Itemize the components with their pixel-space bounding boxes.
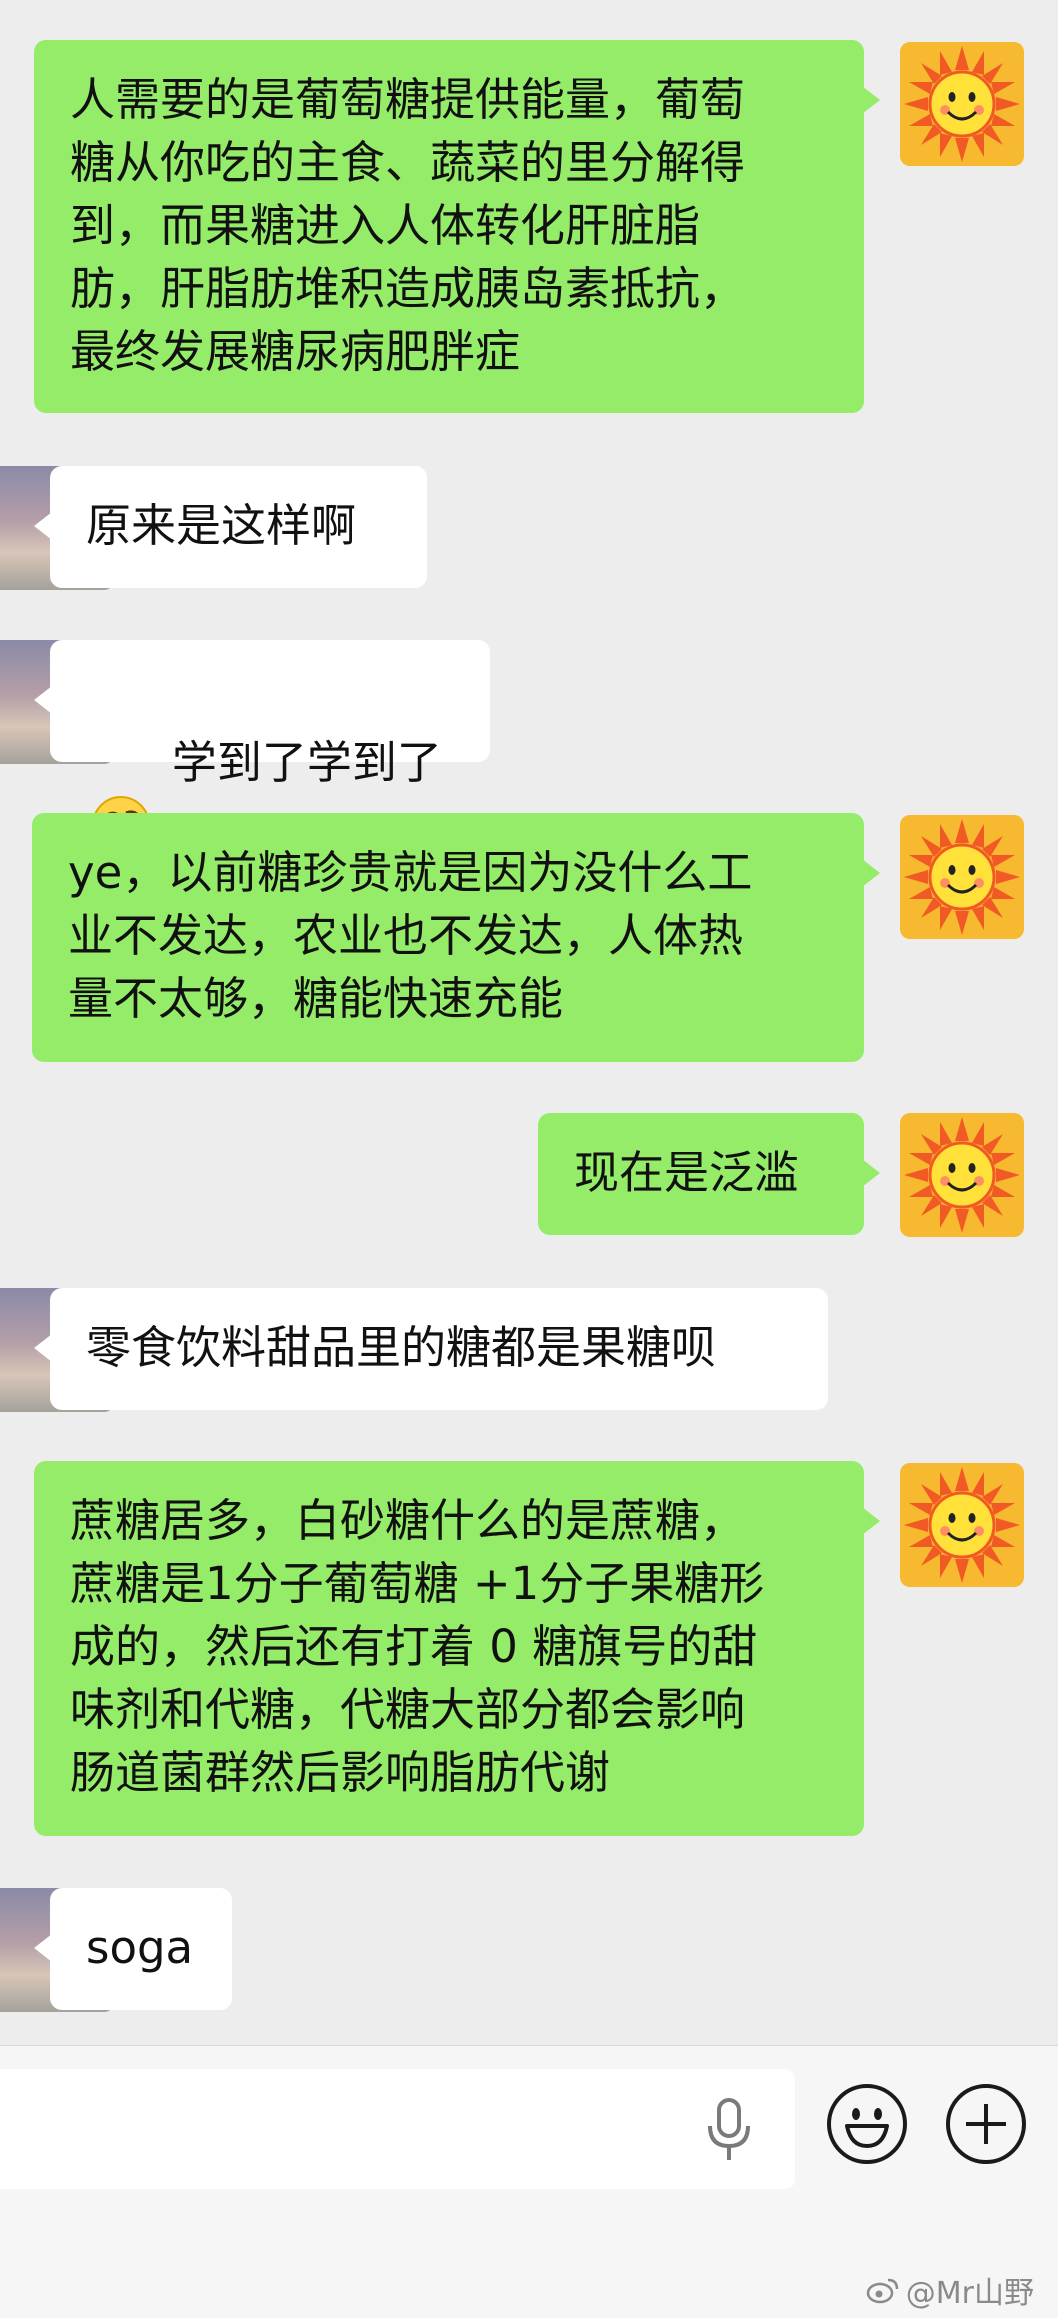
message-bubble-other[interactable]: soga	[34, 1888, 232, 2010]
chat-message-list[interactable]: 人需要的是葡萄糖提供能量，葡萄 糖从你吃的主食、蔬菜的里分解得 到，而果糖进入人…	[0, 0, 1058, 2045]
watermark: @Mr山野	[866, 2268, 1034, 2312]
more-options-button[interactable]	[946, 2084, 1026, 2164]
watermark-text: @Mr山野	[905, 2276, 1034, 2311]
message-bubble-me[interactable]: 现在是泛滥	[538, 1113, 880, 1235]
weibo-icon	[866, 2278, 899, 2304]
my-avatar-sun-icon[interactable]	[900, 42, 1024, 166]
my-avatar-sun-icon[interactable]	[900, 815, 1024, 939]
emoji-button[interactable]	[827, 2084, 907, 2164]
microphone-icon[interactable]	[704, 2098, 754, 2162]
message-bubble-other[interactable]: 零食饮料甜品里的糖都是果糖呗	[34, 1288, 828, 1410]
message-bubble-other[interactable]: 原来是这样啊	[34, 466, 427, 588]
message-bubble-me[interactable]: 蔗糖居多，白砂糖什么的是蔗糖， 蔗糖是1分子葡萄糖 +1分子果糖形 成的，然后还…	[34, 1461, 880, 1836]
my-avatar-sun-icon[interactable]	[900, 1463, 1024, 1587]
chat-input-bar: @Mr山野	[0, 2045, 1058, 2318]
message-input[interactable]	[0, 2069, 795, 2189]
smiley-icon	[845, 2108, 889, 2148]
message-bubble-me[interactable]: 人需要的是葡萄糖提供能量，葡萄 糖从你吃的主食、蔬菜的里分解得 到，而果糖进入人…	[34, 40, 880, 413]
my-avatar-sun-icon[interactable]	[900, 1113, 1024, 1237]
message-bubble-other[interactable]: 学到了学到了	[34, 640, 490, 854]
message-text: 学到了学到了	[171, 736, 442, 789]
message-bubble-me[interactable]: ye，以前糖珍贵就是因为没什么工 业不发达，农业也不发达，人体热 量不太够，糖能…	[32, 813, 880, 1062]
plus-icon	[966, 2104, 1006, 2144]
